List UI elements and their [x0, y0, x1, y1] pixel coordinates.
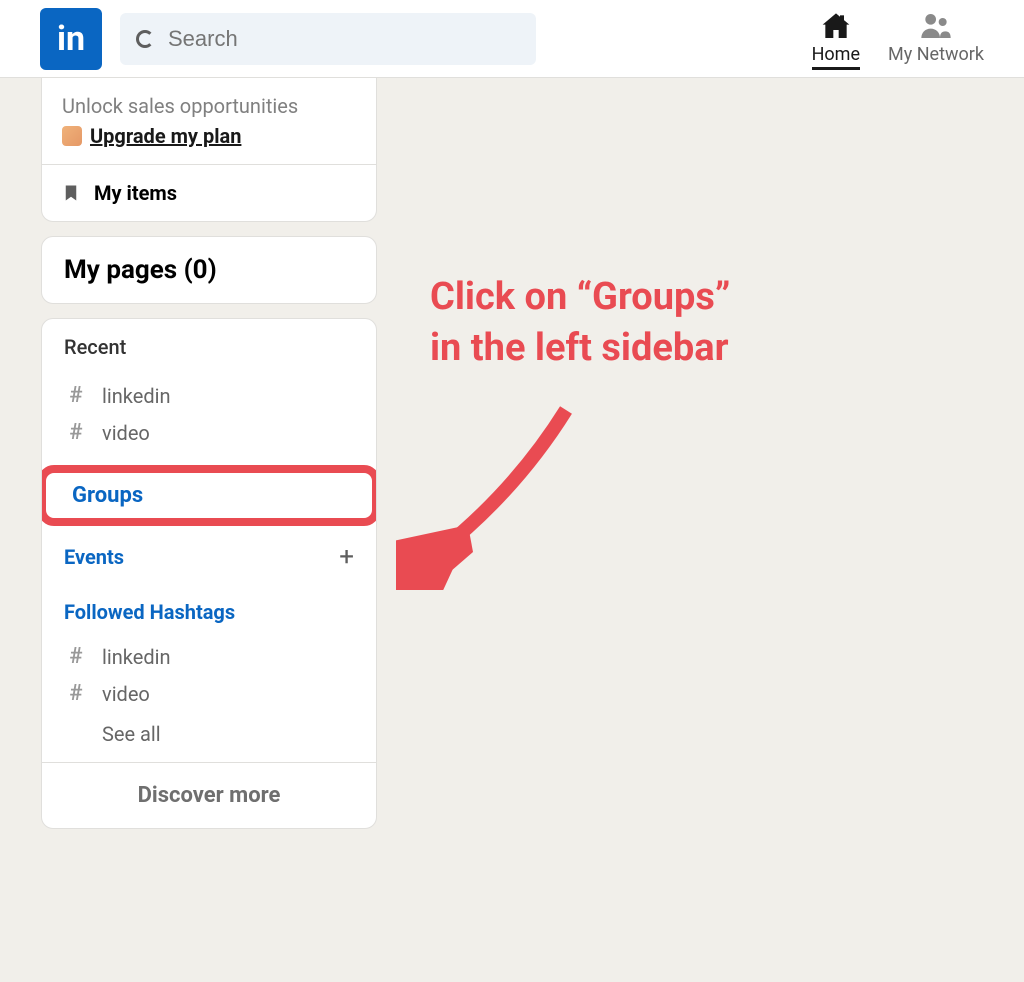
people-icon: [919, 10, 953, 42]
promo-text: Unlock sales opportunities: [62, 94, 356, 118]
hashtag-icon: #: [64, 644, 88, 669]
sidebar-followed-hashtags-link[interactable]: Followed Hashtags: [42, 586, 376, 638]
promo-card: Unlock sales opportunities Upgrade my pl…: [41, 78, 377, 222]
discover-card: Recent # linkedin # video Groups Events …: [41, 318, 377, 829]
linkedin-logo[interactable]: in: [40, 8, 102, 70]
groups-label: Groups: [72, 483, 143, 508]
sidebar-events-link[interactable]: Events +: [42, 528, 376, 586]
recent-item-label: video: [102, 421, 150, 445]
nav-home[interactable]: Home: [812, 8, 860, 70]
upgrade-link[interactable]: Upgrade my plan: [90, 124, 241, 148]
arrow-annotation-icon: [396, 390, 596, 590]
left-sidebar: Unlock sales opportunities Upgrade my pl…: [41, 78, 377, 843]
followed-item[interactable]: # video: [42, 675, 376, 712]
search-box[interactable]: [120, 13, 536, 65]
nav-network[interactable]: My Network: [888, 8, 984, 65]
recent-heading: Recent: [64, 335, 354, 359]
top-header: in Home My Network: [0, 0, 1024, 78]
nav-home-label: Home: [812, 44, 860, 70]
recent-item-label: linkedin: [102, 384, 171, 408]
followed-label: Followed Hashtags: [64, 600, 235, 624]
hashtag-icon: #: [64, 383, 88, 408]
followed-item-label: video: [102, 682, 150, 706]
spinner-icon: [136, 30, 154, 48]
hashtag-icon: #: [64, 420, 88, 445]
see-all-link[interactable]: See all: [42, 712, 376, 762]
hashtag-icon: #: [64, 681, 88, 706]
home-icon: [819, 10, 853, 42]
plus-icon[interactable]: +: [339, 542, 354, 572]
nav-network-label: My Network: [888, 44, 984, 65]
bookmark-icon: [62, 181, 80, 205]
promo-section[interactable]: Unlock sales opportunities Upgrade my pl…: [42, 78, 376, 165]
annotation-text: Click on “Groups” in the left sidebar: [430, 272, 730, 375]
my-items-link[interactable]: My items: [42, 165, 376, 221]
my-pages-card[interactable]: My pages (0): [41, 236, 377, 304]
recent-item[interactable]: # linkedin: [42, 377, 376, 414]
events-label: Events: [64, 545, 124, 569]
nav-right: Home My Network: [812, 8, 984, 70]
followed-item-label: linkedin: [102, 645, 171, 669]
discover-more-link[interactable]: Discover more: [42, 762, 376, 828]
sidebar-groups-link[interactable]: Groups: [41, 465, 377, 526]
followed-item[interactable]: # linkedin: [42, 638, 376, 675]
my-pages-title: My pages (0): [64, 255, 354, 285]
search-input[interactable]: [168, 26, 520, 52]
premium-badge-icon: [62, 126, 82, 146]
recent-item[interactable]: # video: [42, 414, 376, 451]
my-items-label: My items: [94, 181, 177, 205]
